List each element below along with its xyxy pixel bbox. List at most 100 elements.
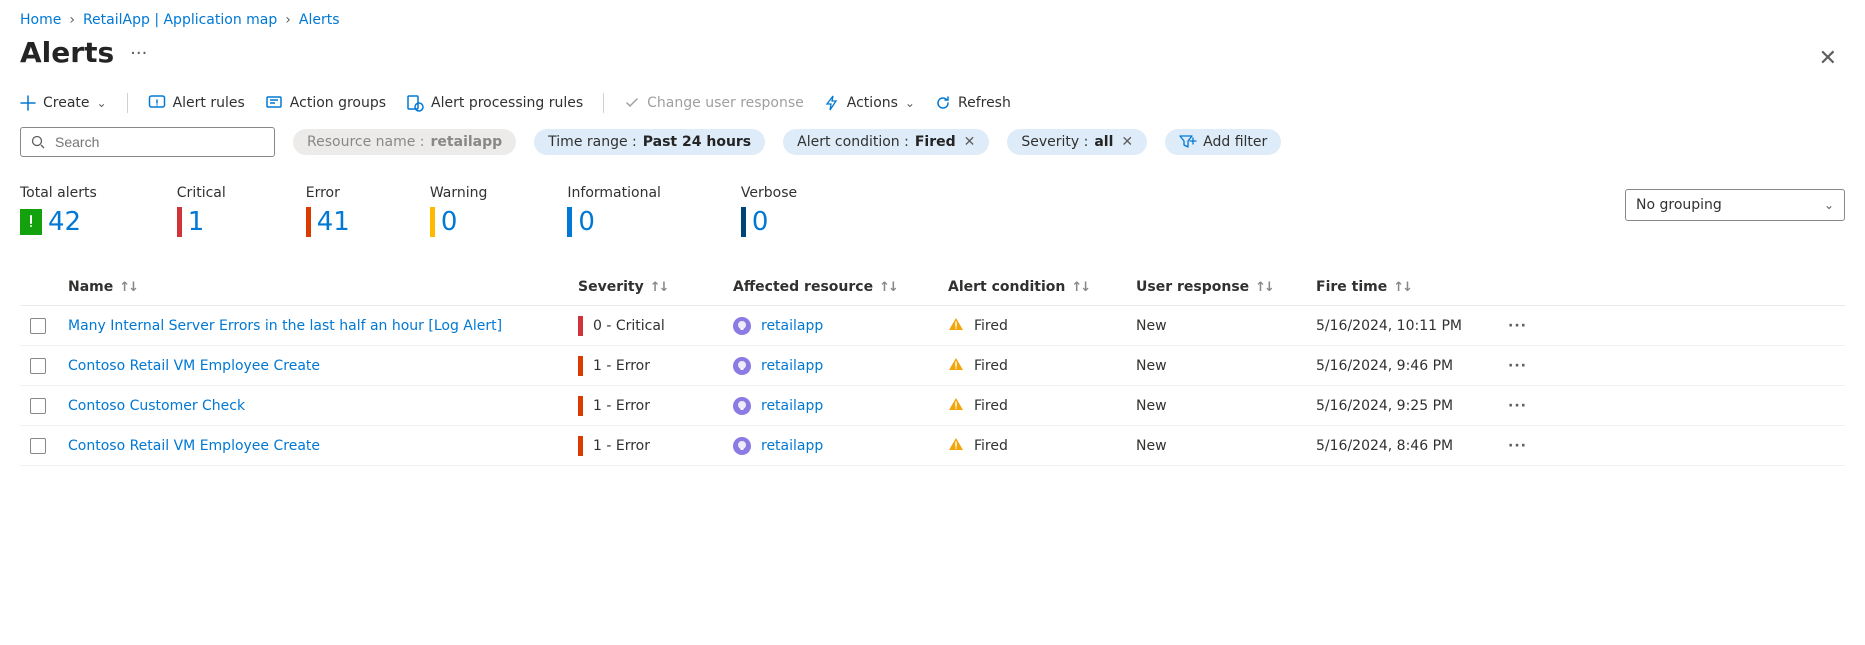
cell-condition: Fired	[948, 397, 1136, 415]
add-filter-label: Add filter	[1203, 134, 1267, 150]
breadcrumb-appmap[interactable]: RetailApp | Application map	[83, 12, 277, 28]
col-firetime[interactable]: Fire time↑↓	[1316, 279, 1508, 295]
col-response-label: User response	[1136, 279, 1249, 295]
filter-condition-pill[interactable]: Alert condition : Fired ✕	[783, 129, 989, 155]
search-input-wrapper[interactable]	[20, 127, 275, 157]
col-resource[interactable]: Affected resource ↑↓	[733, 279, 948, 295]
close-icon[interactable]: ✕	[964, 134, 976, 150]
cell-severity: 1 - Error	[578, 396, 733, 416]
severity-text: 0 - Critical	[593, 318, 665, 334]
summary-informational[interactable]: Informational 0	[567, 185, 661, 237]
summary-error-label: Error	[306, 185, 350, 201]
actions-button[interactable]: Actions ⌄	[824, 95, 915, 111]
col-severity[interactable]: Severity↑↓	[578, 279, 733, 295]
summary-total[interactable]: Total alerts 42	[20, 185, 97, 237]
alert-rules-icon	[148, 94, 166, 112]
warning-icon	[948, 317, 964, 335]
toolbar-sep	[603, 93, 604, 113]
action-groups-button[interactable]: Action groups	[265, 94, 386, 112]
alert-processing-rules-button[interactable]: Alert processing rules	[406, 94, 583, 112]
filter-severity-pill[interactable]: Severity : all ✕	[1007, 129, 1147, 155]
cell-response: New	[1136, 398, 1316, 414]
table-header: Name↑↓ Severity↑↓ Affected resource ↑↓ Al…	[20, 271, 1845, 306]
severity-bar-icon	[578, 356, 583, 376]
cell-firetime: 5/16/2024, 9:25 PM	[1316, 398, 1508, 414]
col-firetime-label: Fire time	[1316, 279, 1387, 295]
create-button[interactable]: Create ⌄	[20, 95, 107, 111]
close-icon[interactable]: ✕	[1121, 134, 1133, 150]
row-checkbox[interactable]	[30, 398, 46, 414]
cell-firetime: 5/16/2024, 10:11 PM	[1316, 318, 1508, 334]
summary-warning[interactable]: Warning 0	[430, 185, 488, 237]
toolbar: Create ⌄ Alert rules Action groups Alert…	[20, 81, 1845, 127]
more-icon[interactable]: ···	[130, 45, 147, 73]
sort-icon: ↑↓	[1255, 280, 1273, 295]
filter-timerange-pill[interactable]: Time range : Past 24 hours	[534, 129, 765, 155]
col-condition[interactable]: Alert condition↑↓	[948, 279, 1136, 295]
resource-link[interactable]: retailapp	[761, 318, 823, 334]
close-icon[interactable]: ✕	[1819, 46, 1845, 71]
appinsights-icon	[733, 317, 751, 335]
row-checkbox[interactable]	[30, 318, 46, 334]
warning-icon	[948, 397, 964, 415]
row-menu-button[interactable]: ···	[1508, 398, 1548, 414]
search-icon	[31, 135, 45, 149]
breadcrumb-alerts[interactable]: Alerts	[299, 12, 340, 28]
severity-text: 1 - Error	[593, 398, 650, 414]
condition-text: Fired	[974, 398, 1008, 414]
sort-icon: ↑↓	[879, 280, 897, 295]
alert-name-link[interactable]: Contoso Retail VM Employee Create	[68, 358, 320, 374]
resource-link[interactable]: retailapp	[761, 358, 823, 374]
severity-bar-icon	[741, 207, 746, 237]
summary-error[interactable]: Error 41	[306, 185, 350, 237]
summary-verbose[interactable]: Verbose 0	[741, 185, 797, 237]
cell-response: New	[1136, 318, 1316, 334]
refresh-label: Refresh	[958, 95, 1011, 111]
alert-name-link[interactable]: Contoso Retail VM Employee Create	[68, 438, 320, 454]
cell-condition: Fired	[948, 437, 1136, 455]
severity-bar-icon	[578, 316, 583, 336]
refresh-button[interactable]: Refresh	[935, 95, 1011, 111]
severity-bar-icon	[306, 207, 311, 237]
col-condition-label: Alert condition	[948, 279, 1065, 295]
appinsights-icon	[733, 397, 751, 415]
grouping-select[interactable]: No grouping ⌄	[1625, 189, 1845, 221]
cell-severity: 1 - Error	[578, 356, 733, 376]
row-menu-button[interactable]: ···	[1508, 358, 1548, 374]
search-input[interactable]	[53, 133, 264, 151]
summary-critical-label: Critical	[177, 185, 226, 201]
cell-resource[interactable]: retailapp	[733, 317, 948, 335]
severity-bar-icon	[177, 207, 182, 237]
cell-resource[interactable]: retailapp	[733, 357, 948, 375]
row-menu-button[interactable]: ···	[1508, 438, 1548, 454]
action-groups-icon	[265, 94, 283, 112]
severity-text: 1 - Error	[593, 358, 650, 374]
grouping-select-value: No grouping	[1636, 197, 1722, 213]
cell-response: New	[1136, 358, 1316, 374]
alert-name-link[interactable]: Many Internal Server Errors in the last …	[68, 318, 502, 334]
cell-resource[interactable]: retailapp	[733, 437, 948, 455]
add-filter-button[interactable]: Add filter	[1165, 129, 1281, 155]
cell-resource[interactable]: retailapp	[733, 397, 948, 415]
alert-name-link[interactable]: Contoso Customer Check	[68, 398, 245, 414]
resource-link[interactable]: retailapp	[761, 438, 823, 454]
change-user-response-label: Change user response	[647, 95, 804, 111]
chevron-down-icon: ⌄	[97, 96, 107, 110]
row-checkbox[interactable]	[30, 438, 46, 454]
alert-rules-button[interactable]: Alert rules	[148, 94, 245, 112]
col-name[interactable]: Name↑↓	[68, 279, 578, 295]
breadcrumb-home[interactable]: Home	[20, 12, 61, 28]
row-menu-button[interactable]: ···	[1508, 318, 1548, 334]
table-row: Contoso Customer Check 1 - Error retailapp…	[20, 386, 1845, 426]
summary-total-value: 42	[48, 207, 81, 237]
col-response[interactable]: User response ↑↓	[1136, 279, 1316, 295]
resource-link[interactable]: retailapp	[761, 398, 823, 414]
table-row: Contoso Retail VM Employee Create1 - Err…	[20, 426, 1845, 466]
summary-critical[interactable]: Critical 1	[177, 185, 226, 237]
filter-resource-label: Resource name :	[307, 134, 425, 150]
toolbar-sep	[127, 93, 128, 113]
col-resource-label: Affected resource	[733, 279, 873, 295]
row-checkbox[interactable]	[30, 358, 46, 374]
chevron-down-icon: ⌄	[905, 96, 915, 110]
warning-icon	[948, 357, 964, 375]
